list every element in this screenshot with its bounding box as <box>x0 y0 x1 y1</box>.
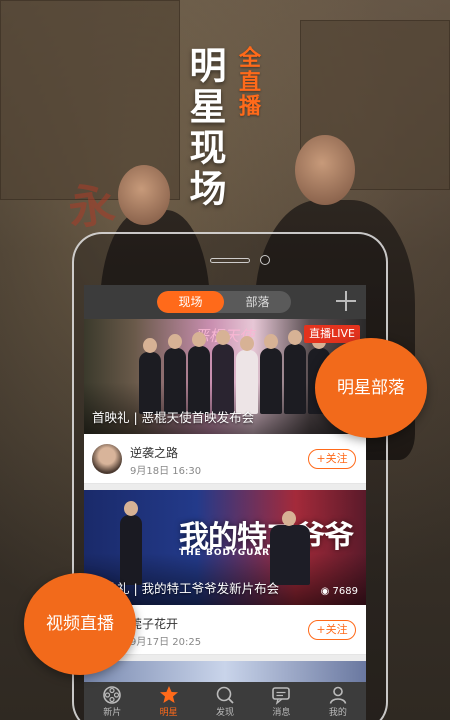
top-bar: 现场 部落 <box>84 285 366 319</box>
video-live-badge: 视频直播 <box>24 573 136 675</box>
nav-item-new-films[interactable]: 新片 <box>84 682 140 720</box>
star-tribe-badge: 明星部落 <box>315 338 427 438</box>
uploader-name[interactable]: 逆袭之路 <box>130 444 178 461</box>
message-icon <box>272 687 291 705</box>
bottom-nav: 新片 明星 发现 消息 我的 <box>84 682 366 720</box>
uploader-name[interactable]: 莞子花开 <box>130 615 178 632</box>
follow-button[interactable]: +关注 <box>308 620 356 640</box>
nav-label: 新片 <box>103 708 122 718</box>
card-people <box>84 495 366 585</box>
background-graffiti: 永 <box>64 176 118 236</box>
follow-button[interactable]: +关注 <box>308 449 356 469</box>
poster-face-left <box>118 165 170 225</box>
nav-item-profile[interactable]: 我的 <box>310 682 366 720</box>
search-icon <box>216 686 234 704</box>
feed-card-image[interactable]: 我的特工爷爷 THE BODYGUARD 首映礼 | 我的特工爷爷发新片布会 ◉… <box>84 490 366 605</box>
phone-camera <box>260 255 270 265</box>
segmented-tabs: 现场 部落 <box>157 291 291 313</box>
eye-icon: ◉ <box>320 586 330 597</box>
view-count-value: 7689 <box>332 586 358 597</box>
nav-item-messages[interactable]: 消息 <box>253 682 309 720</box>
avatar[interactable] <box>92 444 122 474</box>
headline-subtitle: 全直播 <box>235 46 260 118</box>
poster-face-right <box>295 135 355 205</box>
tab-tribe[interactable]: 部落 <box>224 291 291 313</box>
post-time: 9月18日 16:30 <box>130 466 202 477</box>
nav-label: 消息 <box>272 708 291 718</box>
view-count: ◉ 7689 <box>321 586 358 597</box>
nav-item-stars[interactable]: 明星 <box>140 682 196 720</box>
add-icon[interactable] <box>334 289 358 313</box>
nav-label: 我的 <box>328 708 347 718</box>
post-time: 9月17日 20:25 <box>130 637 202 648</box>
tab-live-scene[interactable]: 现场 <box>157 291 224 313</box>
nav-label: 发现 <box>216 708 235 718</box>
phone-speaker <box>210 258 250 263</box>
star-icon <box>159 686 178 703</box>
film-reel-icon <box>103 686 122 704</box>
person-icon <box>329 686 347 704</box>
headline-title: 明星现场 <box>183 46 226 210</box>
card-caption: 首映礼 | 恶棍天使首映发布会 <box>92 410 255 425</box>
nav-label: 明星 <box>159 708 178 718</box>
app-screen: 现场 部落 恶棍天使 直播LIVE 首映礼 | 恶棍天使首映发布会 逆袭之路 9… <box>84 285 366 720</box>
card-info-row: 逆袭之路 9月18日 16:30 +关注 <box>84 434 366 484</box>
nav-item-discover[interactable]: 发现 <box>197 682 253 720</box>
